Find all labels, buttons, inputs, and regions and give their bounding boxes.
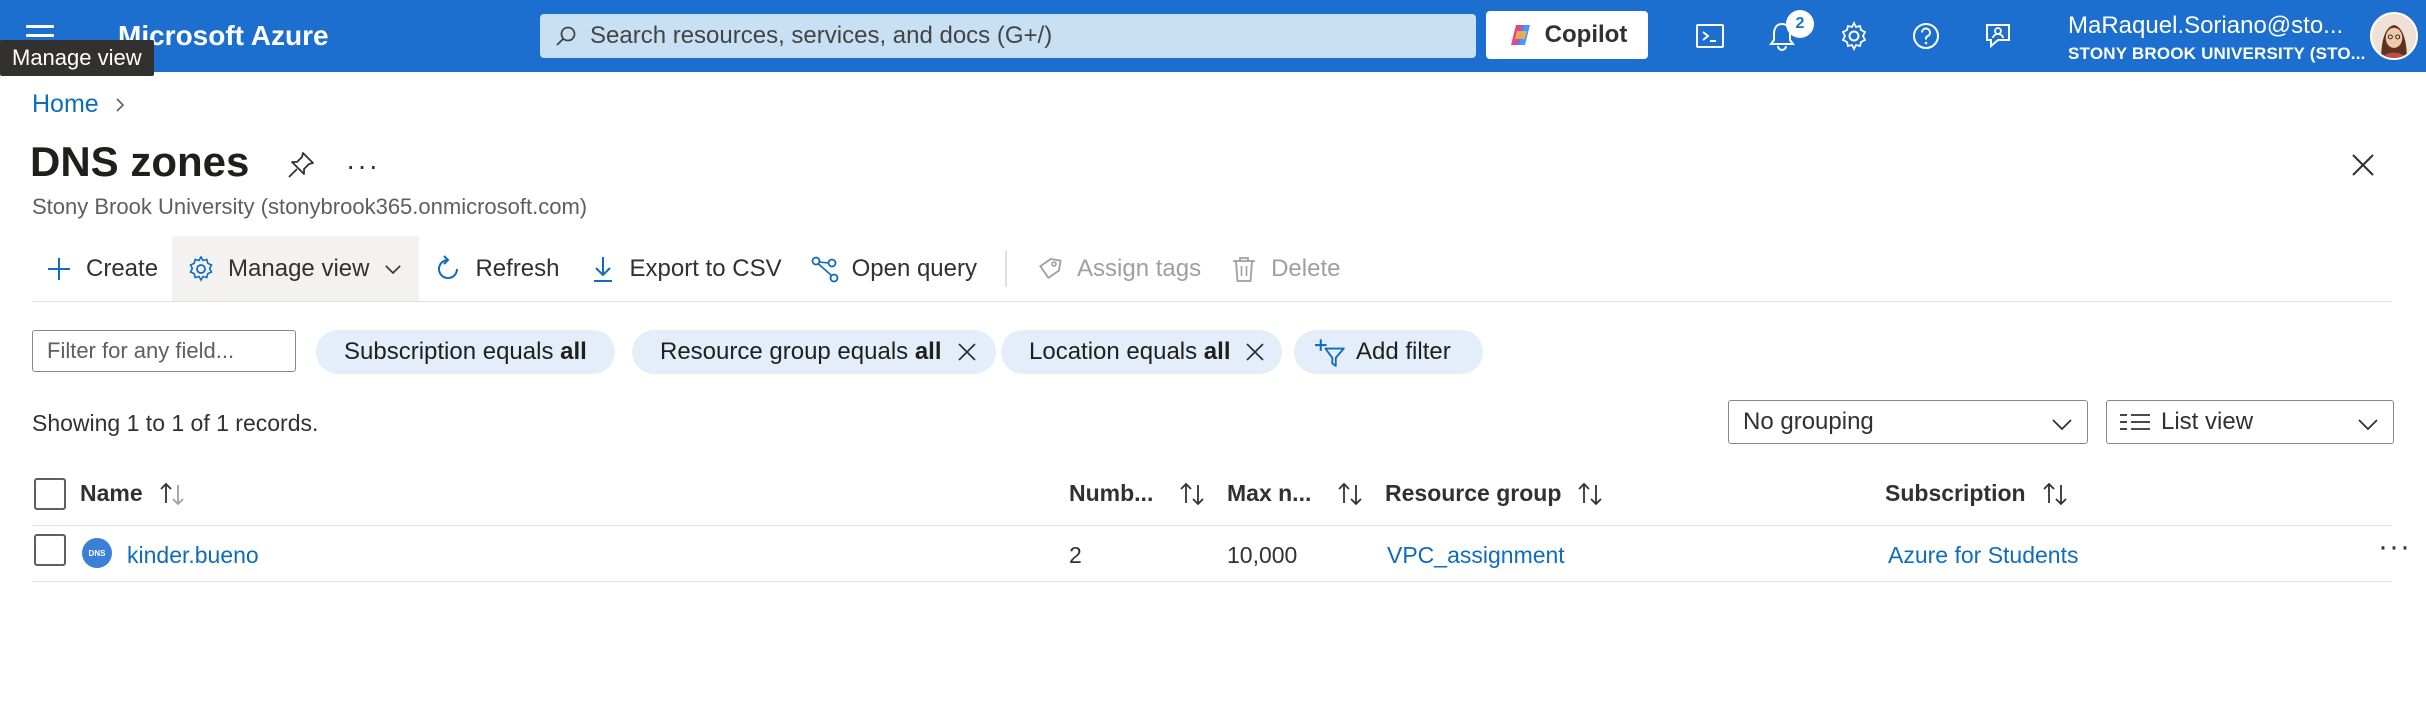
breadcrumb: Home [32, 90, 127, 119]
max-record-sets: 10,000 [1227, 542, 1298, 568]
chevron-right-icon [116, 97, 124, 112]
dns-zone-name-link[interactable]: kinder.bueno [127, 542, 259, 569]
add-filter-icon [1315, 339, 1345, 367]
grouping-selected: No grouping [1743, 408, 1874, 435]
column-header-resource-group-label: Resource group [1385, 480, 1562, 506]
table-header: Name Numb... Max n... Resource group Sub… [32, 470, 2392, 526]
add-filter-label: Add filter [1356, 338, 1451, 365]
tag-icon [1039, 258, 1062, 280]
search-icon [556, 26, 576, 46]
more-options-icon[interactable]: ··· [346, 150, 380, 182]
column-header-subscription-label: Subscription [1885, 480, 2026, 506]
notification-count-badge: 2 [1786, 10, 1814, 38]
records-count: Showing 1 to 1 of 1 records. [32, 410, 319, 436]
delete-label: Delete [1271, 255, 1341, 282]
page-subtitle: Stony Brook University (stonybrook365.on… [32, 194, 588, 219]
select-all-checkbox[interactable] [34, 478, 66, 510]
account-menu[interactable]: MaRaquel.Soriano@sto... STONY BROOK UNIV… [2068, 12, 2366, 64]
column-header-resource-group[interactable]: Resource group [1385, 480, 1605, 507]
refresh-icon [438, 255, 459, 279]
query-graph-icon [811, 256, 838, 283]
row-more-options-icon[interactable]: ··· [2378, 530, 2411, 564]
help-icon[interactable] [1908, 18, 1944, 54]
sort-icon [160, 482, 184, 505]
create-label: Create [86, 255, 159, 282]
divider [32, 301, 2392, 302]
copilot-button[interactable]: Copilot [1486, 11, 1648, 59]
remove-filter-close-icon[interactable] [1244, 341, 1266, 363]
column-header-subscription[interactable]: Subscription [1885, 480, 2070, 507]
chevron-down-icon [2052, 419, 2072, 431]
open-query-button[interactable]: Open query [796, 236, 991, 302]
assign-tags-label: Assign tags [1077, 255, 1202, 282]
command-bar: Create Manage view Refresh Export to CSV… [32, 236, 2392, 302]
filter-input[interactable] [32, 330, 296, 372]
table-row: DNS kinder.bueno 2 10,000 VPC_assignment… [32, 526, 2410, 582]
avatar[interactable] [2370, 12, 2418, 60]
copilot-icon [1510, 25, 1530, 45]
column-header-max-label: Max n... [1227, 480, 1312, 506]
command-separator [1005, 251, 1007, 287]
account-org: STONY BROOK UNIVERSITY (STO... [2068, 44, 2366, 63]
location-filter-pill[interactable]: Location equals all [1001, 330, 1283, 374]
sort-icon [2042, 482, 2067, 505]
record-set-count: 2 [1069, 542, 1082, 568]
breadcrumb-home-link[interactable]: Home [32, 90, 99, 119]
copilot-label: Copilot [1544, 21, 1628, 48]
global-search[interactable] [540, 14, 1476, 58]
assign-tags-button[interactable]: Assign tags [1021, 236, 1215, 302]
list-view-icon [2120, 414, 2150, 430]
plus-icon [48, 258, 70, 280]
subscription-link[interactable]: Azure for Students [1888, 542, 2079, 569]
chevron-down-icon [2358, 419, 2378, 431]
close-icon[interactable] [2350, 152, 2376, 178]
export-csv-button[interactable]: Export to CSV [574, 236, 796, 302]
chevron-down-icon [385, 265, 402, 275]
add-filter-button[interactable]: Add filter [1294, 330, 1483, 374]
row-checkbox[interactable] [34, 534, 66, 566]
feedback-icon[interactable] [1980, 18, 2016, 54]
column-header-number-label: Numb... [1069, 480, 1154, 506]
export-csv-label: Export to CSV [629, 255, 782, 282]
column-header-name-label: Name [80, 480, 143, 506]
manage-view-label: Manage view [228, 255, 370, 282]
search-input[interactable] [590, 22, 1450, 50]
sort-icon [1180, 482, 1204, 505]
column-header-name[interactable]: Name [80, 480, 187, 507]
location-filter-text: Location equals all [1029, 338, 1231, 365]
subscription-filter-text: Subscription equals all [344, 338, 587, 365]
grouping-dropdown[interactable]: No grouping [1728, 400, 2088, 444]
open-query-label: Open query [851, 255, 977, 282]
settings-gear-icon[interactable] [1836, 18, 1872, 54]
sort-icon [1578, 482, 1603, 505]
resource-group-filter-text: Resource group equals all [660, 338, 942, 365]
remove-filter-close-icon[interactable] [956, 341, 978, 363]
resource-group-link[interactable]: VPC_assignment [1387, 542, 1565, 569]
delete-button[interactable]: Delete [1215, 236, 1354, 302]
account-email: MaRaquel.Soriano@sto... [2068, 12, 2344, 39]
manage-view-tooltip: Manage view [0, 40, 154, 76]
view-mode-selected: List view [2161, 408, 2254, 435]
pin-icon[interactable] [286, 150, 316, 180]
notifications-bell-icon[interactable]: 2 [1764, 10, 1814, 54]
download-icon [593, 257, 612, 282]
page-title: DNS zones [30, 138, 250, 185]
dns-zone-icon: DNS [82, 538, 112, 568]
create-button[interactable]: Create [32, 236, 172, 302]
refresh-button[interactable]: Refresh [419, 236, 573, 302]
column-header-number[interactable]: Numb... [1069, 480, 1207, 507]
sort-icon [1338, 482, 1362, 505]
cloud-shell-icon[interactable] [1692, 18, 1728, 54]
trash-icon [1233, 257, 1256, 282]
resource-group-filter-pill[interactable]: Resource group equals all [632, 330, 996, 374]
refresh-label: Refresh [475, 255, 560, 282]
gear-icon [189, 255, 213, 282]
column-header-max[interactable]: Max n... [1227, 480, 1365, 507]
subscription-filter-pill[interactable]: Subscription equals all [316, 330, 615, 374]
manage-view-button[interactable]: Manage view [172, 236, 420, 302]
view-mode-dropdown[interactable]: List view [2106, 400, 2394, 444]
top-bar: Microsoft Azure Copilot 2 MaRaquel.Soria… [0, 0, 2426, 72]
